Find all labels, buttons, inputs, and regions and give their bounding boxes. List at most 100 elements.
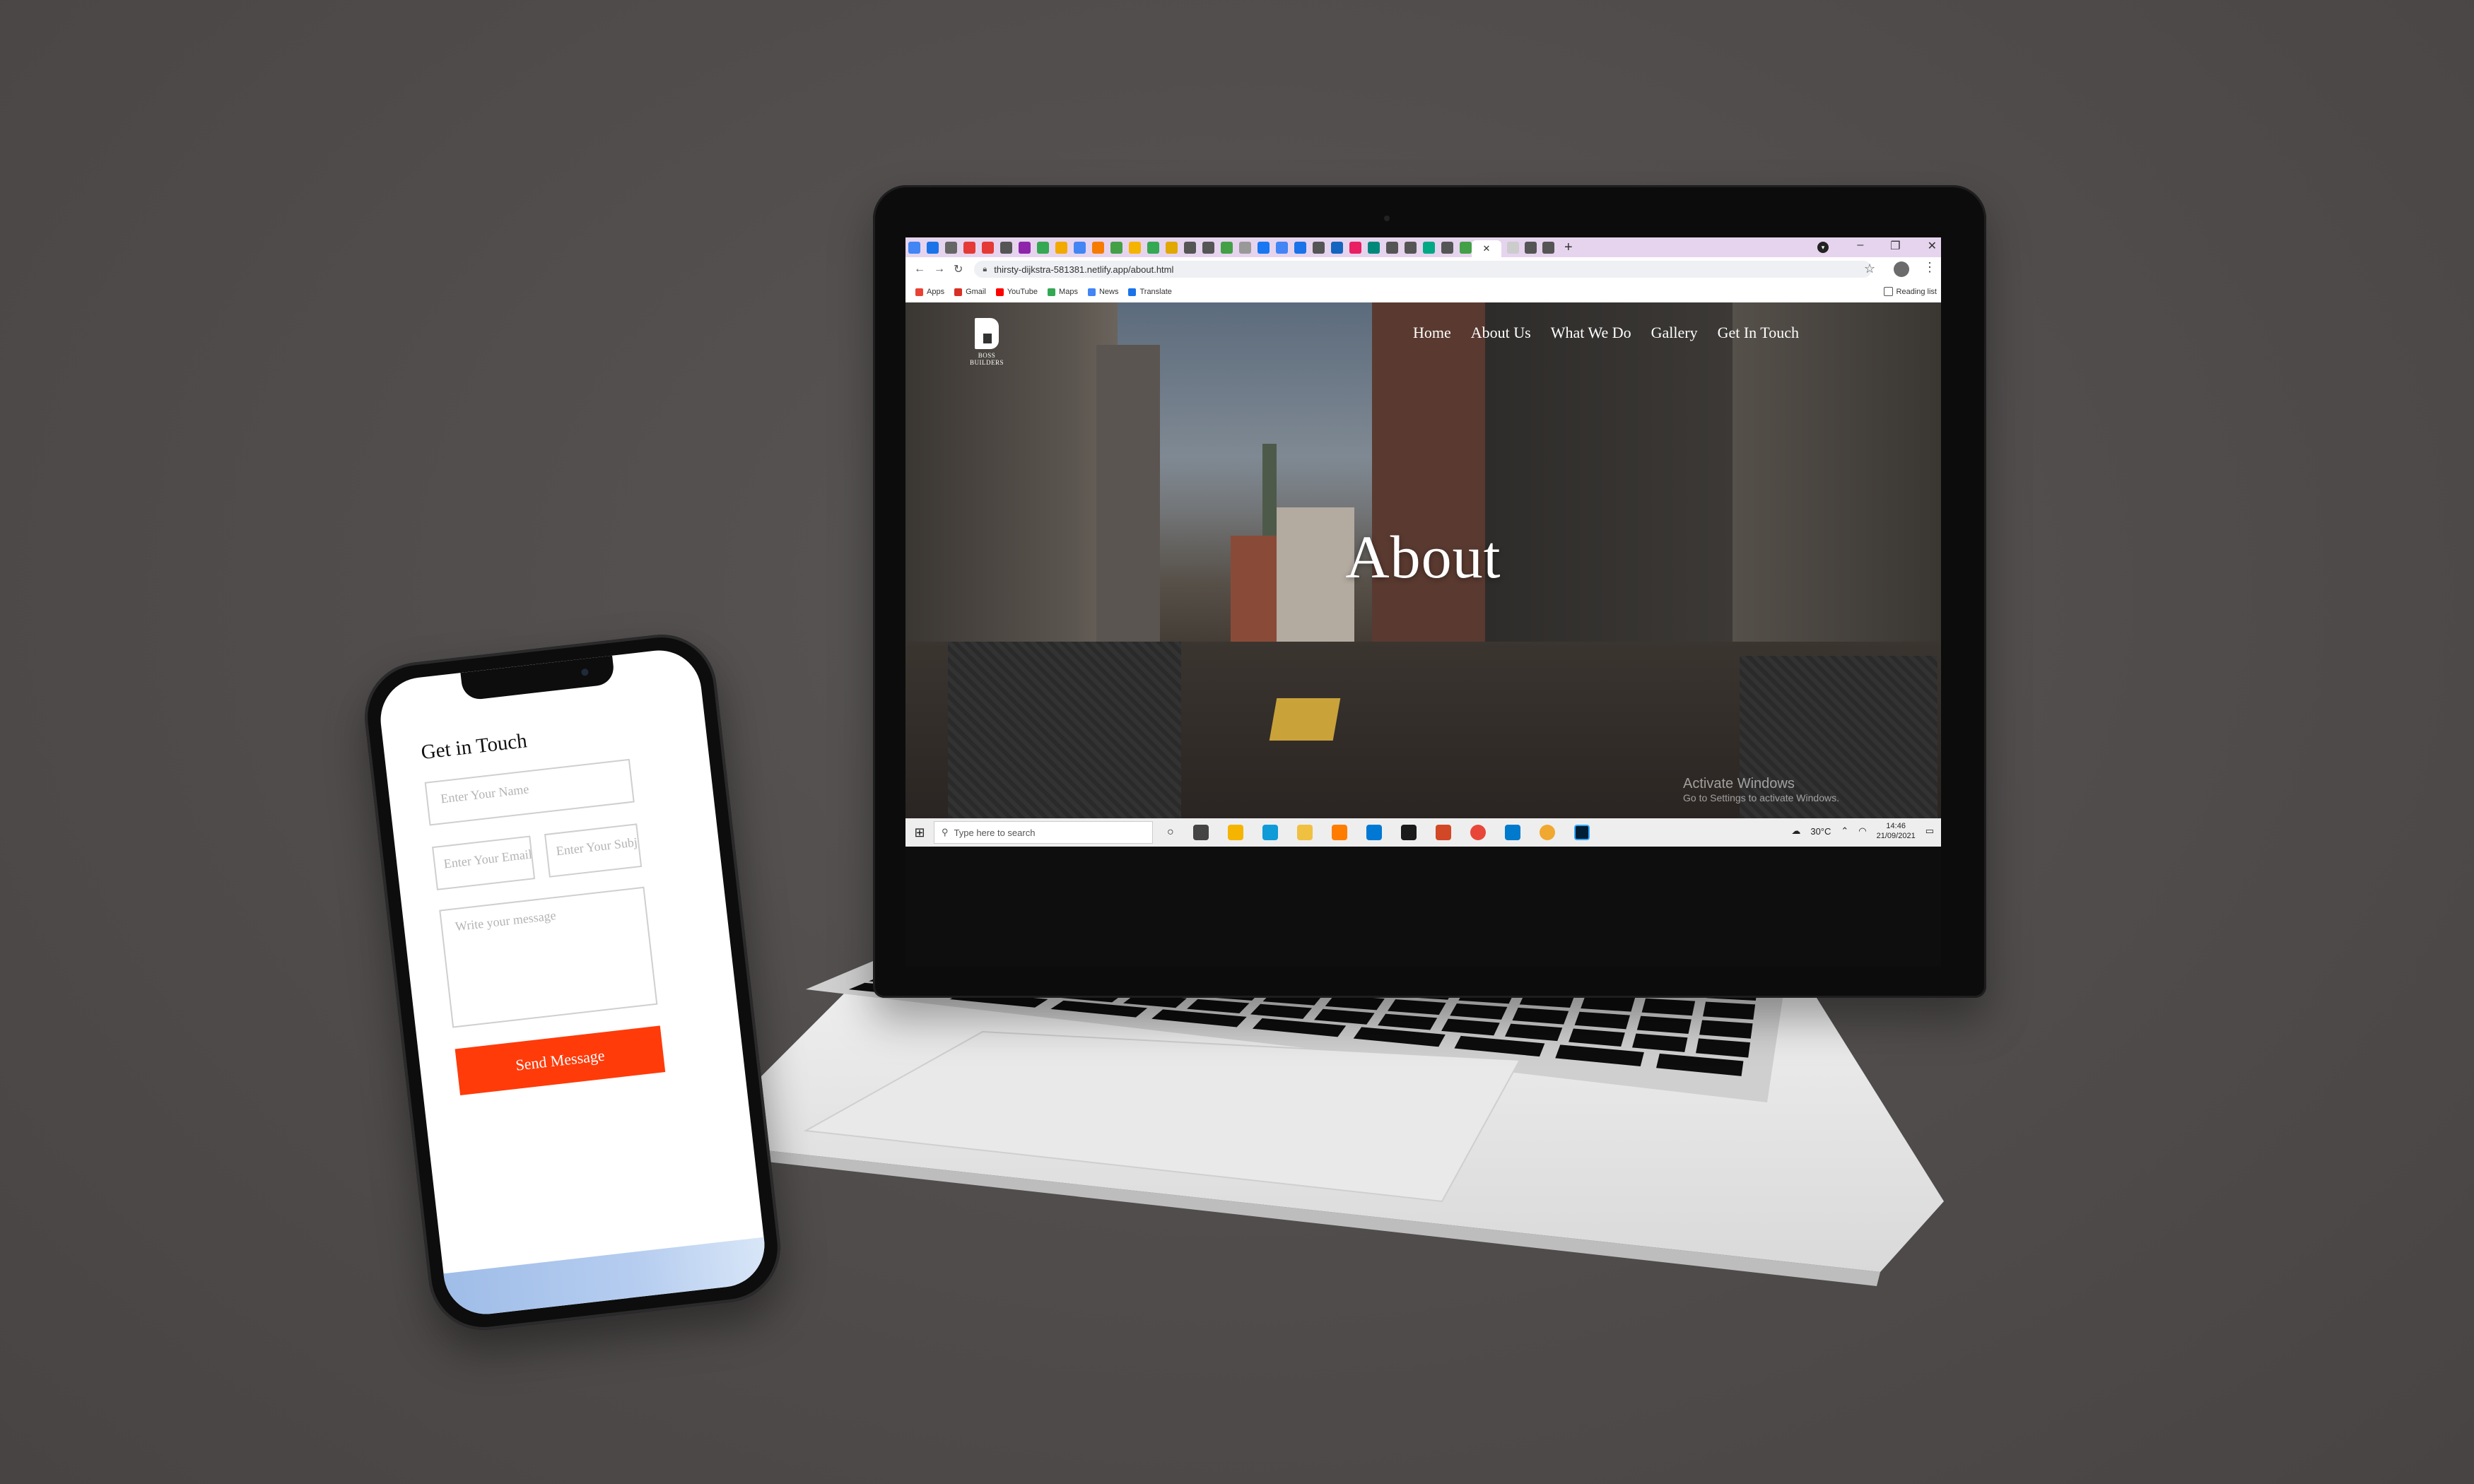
- chrome-icon[interactable]: [1539, 825, 1555, 840]
- powerpoint-icon[interactable]: [1435, 825, 1451, 840]
- keyboard-key: [1569, 1028, 1625, 1047]
- windows-start-icon[interactable]: ⊞: [905, 825, 934, 840]
- tab-favicon[interactable]: [927, 241, 939, 254]
- name-field[interactable]: Enter Your Name: [424, 758, 635, 826]
- tab-favicon[interactable]: [1202, 241, 1214, 254]
- new-tab-button[interactable]: +: [1564, 240, 1573, 256]
- tab-favicon[interactable]: [1221, 241, 1233, 254]
- nav-about-us[interactable]: About Us: [1471, 324, 1531, 342]
- bookmark-maps[interactable]: Maps: [1048, 288, 1078, 296]
- tab-favicon[interactable]: [1037, 241, 1049, 254]
- url-text[interactable]: thirsty-dijkstra-581381.netlify.app/abou…: [994, 264, 1173, 275]
- subject-field[interactable]: Enter Your Subject: [544, 823, 643, 878]
- tab-favicon[interactable]: [1019, 241, 1031, 254]
- window-controls: – ❐ ✕: [1857, 239, 1937, 253]
- reload-icon[interactable]: ↻: [954, 262, 963, 276]
- photoshop-icon[interactable]: [1573, 825, 1590, 840]
- tab-favicon[interactable]: [982, 241, 994, 254]
- nav-gallery[interactable]: Gallery: [1651, 324, 1698, 342]
- tab-favicon[interactable]: [1276, 241, 1288, 254]
- nav-what-we-do[interactable]: What We Do: [1551, 324, 1631, 342]
- keyboard-key: [1656, 1053, 1744, 1076]
- youtube-icon: [995, 288, 1004, 296]
- tab-favicon[interactable]: [1257, 241, 1270, 254]
- vscode-icon[interactable]: [1504, 825, 1520, 840]
- tab-favicon[interactable]: [1525, 241, 1537, 254]
- forward-icon[interactable]: →: [934, 263, 945, 276]
- close-icon[interactable]: ✕: [1928, 239, 1937, 253]
- logo-text: BOSS BUILDERS: [969, 352, 1004, 366]
- tab-favicon[interactable]: [1147, 241, 1159, 254]
- tab-favicon[interactable]: [1000, 241, 1012, 254]
- tab-favicon[interactable]: [1460, 241, 1472, 254]
- tab-favicon[interactable]: [1294, 241, 1306, 254]
- task-view-icon[interactable]: [1192, 825, 1209, 840]
- tab-favicon[interactable]: [1166, 241, 1178, 254]
- store-icon[interactable]: [1227, 825, 1243, 840]
- tab-favicon[interactable]: [1129, 241, 1141, 254]
- tab-favicon[interactable]: [1313, 241, 1325, 254]
- send-message-button[interactable]: Send Message: [455, 1025, 666, 1096]
- minimize-icon[interactable]: –: [1857, 239, 1863, 253]
- tab-favicon[interactable]: [1092, 241, 1104, 254]
- wifi-icon[interactable]: ◠: [1858, 825, 1866, 837]
- message-field[interactable]: Write your message: [439, 886, 658, 1028]
- tab-favicon[interactable]: [1074, 241, 1086, 254]
- tab-favicon[interactable]: [1331, 241, 1343, 254]
- tab-favicon[interactable]: [1055, 241, 1067, 254]
- hero-bg-excavator: [1269, 698, 1341, 741]
- site-logo[interactable]: BOSS BUILDERS: [962, 318, 1012, 366]
- tab-favicon[interactable]: [1423, 241, 1435, 254]
- bookmark-youtube[interactable]: YouTube: [995, 288, 1038, 296]
- tab-favicon[interactable]: [1184, 241, 1196, 254]
- tab-search-icon[interactable]: ▾: [1817, 242, 1829, 253]
- bookmark-star-icon[interactable]: ☆: [1864, 261, 1875, 276]
- menu-kebab-icon[interactable]: ⋮: [1923, 260, 1936, 275]
- tab-favicon[interactable]: [908, 241, 920, 254]
- tab-favicon[interactable]: [1542, 241, 1554, 254]
- lock-icon[interactable]: 🔒︎: [983, 265, 987, 274]
- tab-favicon[interactable]: [1386, 241, 1398, 254]
- weather-icon[interactable]: ☁: [1791, 825, 1800, 837]
- page-title: About: [1345, 523, 1501, 591]
- keyboard-key: [1387, 999, 1446, 1015]
- tab-favicon[interactable]: [1349, 241, 1361, 254]
- tray-chevron-icon[interactable]: ⌃: [1841, 825, 1848, 837]
- app-icon[interactable]: [1400, 825, 1417, 840]
- edge-icon[interactable]: [1262, 825, 1278, 840]
- cortana-icon[interactable]: ○: [1167, 826, 1174, 839]
- file-explorer-icon[interactable]: [1296, 825, 1313, 840]
- mail-icon[interactable]: [1366, 825, 1382, 840]
- tab-favicon[interactable]: [1239, 241, 1251, 254]
- keyboard-key: [1450, 1003, 1508, 1020]
- bookmark-translate[interactable]: Translate: [1128, 288, 1172, 296]
- tab-favicon[interactable]: [1110, 241, 1122, 254]
- notification-icon[interactable]: ▭: [1925, 825, 1934, 837]
- profile-avatar[interactable]: [1894, 261, 1909, 277]
- bookmark-apps[interactable]: Apps: [915, 288, 944, 296]
- nav-get-in-touch[interactable]: Get In Touch: [1718, 324, 1799, 342]
- tab-favicons: [905, 237, 1472, 257]
- taskbar-search[interactable]: ⚲ Type here to search: [934, 821, 1153, 844]
- nav-home[interactable]: Home: [1413, 324, 1451, 342]
- address-bar[interactable]: 🔒︎ thirsty-dijkstra-581381.netlify.app/a…: [974, 261, 1872, 278]
- restore-icon[interactable]: ❐: [1890, 239, 1900, 253]
- chrome-icon[interactable]: [1470, 825, 1486, 840]
- tab-favicon[interactable]: [963, 241, 975, 254]
- reading-list-button[interactable]: Reading list: [1883, 287, 1937, 296]
- temperature[interactable]: 30°C: [1810, 826, 1831, 837]
- illustrator-icon[interactable]: [1331, 825, 1347, 840]
- clock[interactable]: 14:46 21/09/2021: [1877, 821, 1916, 841]
- email-field[interactable]: Enter Your Email: [432, 835, 536, 890]
- tab-close-icon[interactable]: ✕: [1483, 243, 1491, 254]
- active-tab[interactable]: ✕: [1472, 240, 1501, 257]
- bookmark-gmail[interactable]: Gmail: [954, 288, 986, 296]
- tab-favicon[interactable]: [1368, 241, 1380, 254]
- tab-favicon[interactable]: [1441, 241, 1453, 254]
- tab-favicon[interactable]: [1405, 241, 1417, 254]
- tab-favicon[interactable]: [1507, 241, 1519, 254]
- back-icon[interactable]: ←: [914, 263, 925, 276]
- bookmark-news[interactable]: News: [1087, 288, 1118, 296]
- tab-favicon[interactable]: [945, 241, 957, 254]
- reading-list-icon: [1883, 287, 1893, 296]
